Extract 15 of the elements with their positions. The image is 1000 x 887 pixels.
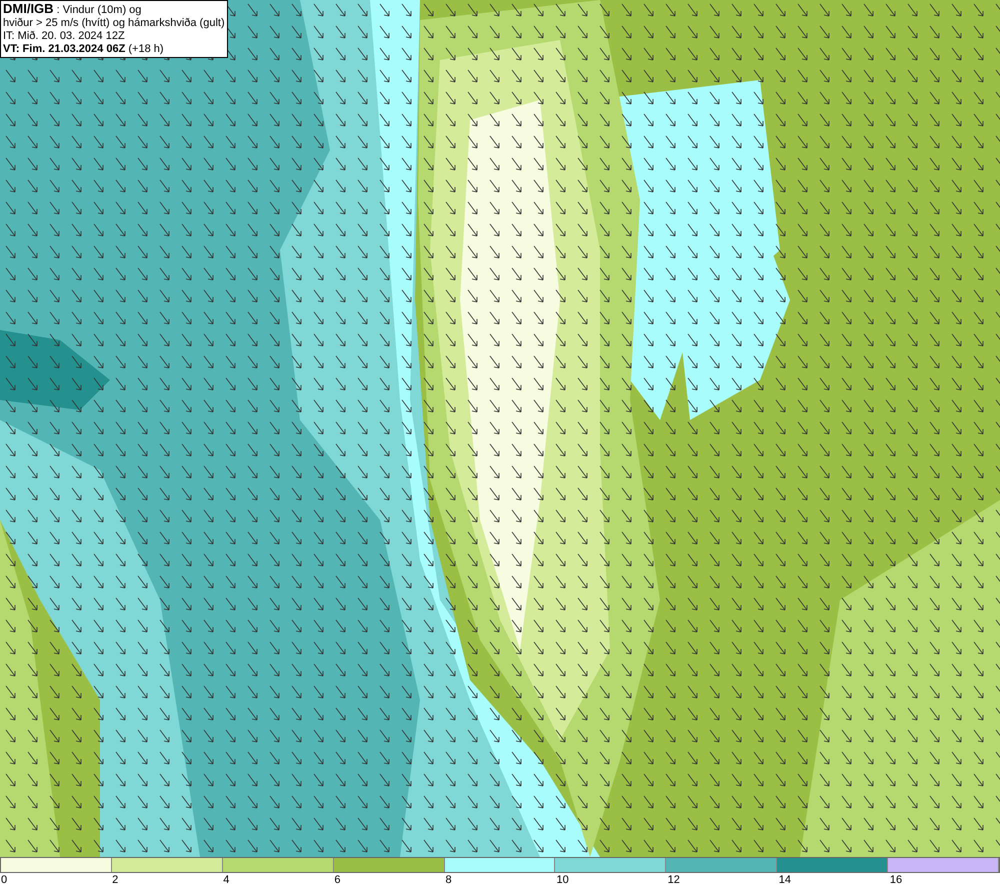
source-label: DMI/IGB [3,1,54,16]
issue-time-text: IT: Mið. 20. 03. 2024 12Z [3,30,126,43]
legend-tick-label: 14 [778,873,792,887]
legend-tick-label: 10 [556,873,569,887]
valid-time-text: VT: Fim. 21.03.2024 06Z [3,43,126,55]
title-text: : Vindur (10m) og [56,4,142,16]
legend-tick-label: 6 [334,873,340,887]
legend-tick-label: 16 [890,873,902,887]
legend-tick-label: 4 [223,873,230,887]
lead-time-text: (+18 h) [128,43,164,55]
legend-tick-label: 12 [668,873,680,887]
subtitle-text: hviður > 25 m/s (hvítt) og hámarkshviða (gult) [3,17,225,30]
legend-tick-label: 8 [445,873,452,887]
legend-tick-label: 0 [1,873,8,887]
legend-tick-label: 2 [112,873,118,887]
